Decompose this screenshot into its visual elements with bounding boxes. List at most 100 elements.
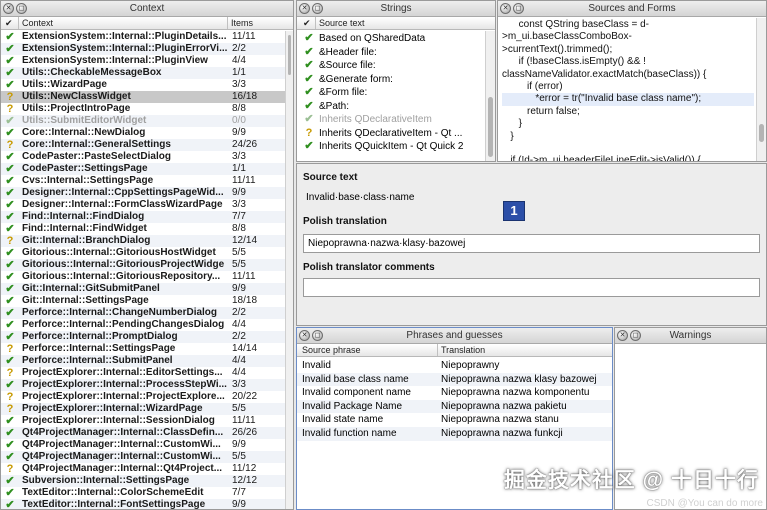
- context-row[interactable]: ✔ CodePaster::SettingsPage 1/1: [1, 163, 293, 175]
- context-row[interactable]: ✔ ExtensionSystem::Internal::PluginDetail…: [1, 31, 293, 43]
- context-row[interactable]: ? Utils::ProjectIntroPage 8/8: [1, 103, 293, 115]
- question-mark-icon: ?: [6, 343, 14, 355]
- phrase-row[interactable]: Invalid component name Niepoprawna nazwa …: [297, 386, 612, 400]
- string-row[interactable]: ✔ Inherits QQuickItem - Qt Quick 2: [297, 140, 495, 154]
- string-row[interactable]: ✔ &Path:: [297, 100, 495, 114]
- float-icon[interactable]: ◻: [312, 330, 323, 341]
- context-row[interactable]: ? Git::Internal::BranchDialog 12/14: [1, 235, 293, 247]
- code-line: if (!d->m_ui.headerFileLineEdit->isValid…: [502, 155, 701, 162]
- checkmark-icon: ✔: [5, 415, 15, 427]
- context-row[interactable]: ✔ Designer::Internal::FormClassWizardPage…: [1, 199, 293, 211]
- context-row[interactable]: ? ProjectExplorer::Internal::WizardPage 5/…: [1, 403, 293, 415]
- context-row[interactable]: ✔ Qt4ProjectManager::Internal::CustomWi..…: [1, 439, 293, 451]
- context-row[interactable]: ? Core::Internal::GeneralSettings 24/26: [1, 139, 293, 151]
- context-row[interactable]: ✔ CodePaster::PasteSelectDialog 3/3: [1, 151, 293, 163]
- sources-scrollbar[interactable]: [756, 18, 766, 161]
- float-icon[interactable]: ◻: [312, 3, 323, 14]
- checkmark-icon: ✔: [5, 187, 15, 199]
- context-scrollbar[interactable]: [285, 31, 293, 509]
- source-code-view[interactable]: const QString baseClass = d- >m_ui.baseCl…: [502, 19, 754, 162]
- string-row[interactable]: ✔ &Form file:: [297, 86, 495, 100]
- string-row[interactable]: ? Inherits QDeclarativeItem - Qt ...: [297, 127, 495, 141]
- column-translation[interactable]: Translation: [441, 345, 485, 355]
- float-icon[interactable]: ◻: [513, 3, 524, 14]
- context-name: Utils::NewClassWidget: [22, 91, 131, 102]
- string-row[interactable]: ✔ &Generate form:: [297, 73, 495, 87]
- context-row[interactable]: ✔ Utils::WizardPage 3/3: [1, 79, 293, 91]
- context-row[interactable]: ✔ Subversion::Internal::SettingsPage 12/12: [1, 475, 293, 487]
- translation-field[interactable]: Niepoprawna·nazwa·klasy·bazowej: [303, 234, 760, 253]
- context-row[interactable]: ? ProjectExplorer::Internal::EditorSettin…: [1, 367, 293, 379]
- close-icon[interactable]: ✕: [299, 330, 310, 341]
- close-icon[interactable]: ✕: [299, 3, 310, 14]
- context-row[interactable]: ✔ TextEditor::Internal::ColorSchemeEdit 7/…: [1, 487, 293, 499]
- context-name: Designer::Internal::FormClassWizardPage: [22, 199, 223, 210]
- question-mark-icon: ?: [6, 139, 14, 151]
- done-column-icon[interactable]: ✔: [303, 18, 311, 29]
- close-icon[interactable]: ✕: [500, 3, 511, 14]
- checkmark-icon: ✔: [5, 55, 15, 67]
- phrases-titlebar: ✕ ◻ Phrases and guesses: [297, 328, 612, 344]
- context-items-count: 12/12: [232, 475, 258, 486]
- context-title: Context: [129, 3, 165, 14]
- strings-scrollbar[interactable]: [485, 31, 495, 161]
- string-row[interactable]: ✔ Inherits QDeclarativeItem: [297, 113, 495, 127]
- context-row[interactable]: ✔ ExtensionSystem::Internal::PluginView 4/…: [1, 55, 293, 67]
- context-row[interactable]: ✔ TextEditor::Internal::FontSettingsPage 9…: [1, 499, 293, 509]
- context-row[interactable]: ✔ Utils::CheckableMessageBox 1/1: [1, 67, 293, 79]
- context-items-count: 4/4: [232, 319, 246, 330]
- checkmark-icon: ✔: [304, 140, 314, 152]
- close-icon[interactable]: ✕: [617, 330, 628, 341]
- close-icon[interactable]: ✕: [3, 3, 14, 14]
- comments-field[interactable]: [303, 278, 760, 297]
- context-items-count: 3/3: [232, 151, 246, 162]
- phrase-row[interactable]: Invalid function name Niepoprawna nazwa f…: [297, 426, 612, 441]
- context-row[interactable]: ✔ Designer::Internal::CppSettingsPageWid.…: [1, 187, 293, 199]
- context-row[interactable]: ✔ Find::Internal::FindDialog 7/7: [1, 211, 293, 223]
- string-row[interactable]: ✔ &Header file:: [297, 46, 495, 60]
- context-row[interactable]: ✔ Git::Internal::GitSubmitPanel 9/9: [1, 283, 293, 295]
- context-row[interactable]: ✔ Core::Internal::NewDialog 9/9: [1, 127, 293, 139]
- done-column-icon[interactable]: ✔: [5, 18, 13, 29]
- context-items-count: 11/11: [232, 31, 256, 42]
- context-row[interactable]: ✔ ProjectExplorer::Internal::ProcessStepW…: [1, 379, 293, 391]
- context-row[interactable]: ? Utils::NewClassWidget 16/18: [1, 91, 293, 103]
- phrase-row[interactable]: Invalid state name Niepoprawna nazwa stan…: [297, 413, 612, 427]
- column-context[interactable]: Context: [22, 18, 53, 28]
- phrase-row[interactable]: Invalid base class name Niepoprawna nazwa…: [297, 372, 612, 387]
- context-row[interactable]: ? Qt4ProjectManager::Internal::Qt4Project…: [1, 463, 293, 475]
- context-row[interactable]: ✔ Perforce::Internal::PromptDialog 2/2: [1, 331, 293, 343]
- context-name: ProjectExplorer::Internal::WizardPage: [22, 403, 203, 414]
- string-row[interactable]: ✔ &Source file:: [297, 59, 495, 73]
- context-items-count: 0/0: [232, 115, 246, 126]
- context-row[interactable]: ✔ Utils::SubmitEditorWidget 0/0: [1, 115, 293, 127]
- string-row[interactable]: ✔ Based on QSharedData: [297, 32, 495, 46]
- context-row[interactable]: ✔ Qt4ProjectManager::Internal::CustomWi..…: [1, 451, 293, 463]
- context-row[interactable]: ✔ Qt4ProjectManager::Internal::ClassDefin…: [1, 427, 293, 439]
- context-row[interactable]: ✔ Cvs::Internal::SettingsPage 11/11: [1, 175, 293, 187]
- context-row[interactable]: ? ProjectExplorer::Internal::ProjectExplo…: [1, 391, 293, 403]
- column-items[interactable]: Items: [231, 18, 253, 28]
- phrase-row[interactable]: Invalid Package Name Niepoprawna nazwa pa…: [297, 399, 612, 414]
- context-row[interactable]: ✔ Perforce::Internal::ChangeNumberDialog 2…: [1, 307, 293, 319]
- context-row[interactable]: ✔ Find::Internal::FindWidget 8/8: [1, 223, 293, 235]
- checkmark-icon: ✔: [5, 163, 15, 175]
- context-row[interactable]: ✔ Gitorious::Internal::GitoriousHostWidge…: [1, 247, 293, 259]
- float-icon[interactable]: ◻: [630, 330, 641, 341]
- phrase-row[interactable]: Invalid Niepoprawny: [297, 359, 612, 373]
- context-row[interactable]: ✔ Git::Internal::SettingsPage 18/18: [1, 295, 293, 307]
- context-row[interactable]: ✔ ExtensionSystem::Internal::PluginErrorV…: [1, 43, 293, 55]
- context-row[interactable]: ✔ Gitorious::Internal::GitoriousProjectWi…: [1, 259, 293, 271]
- column-source-text[interactable]: Source text: [319, 18, 365, 28]
- context-row[interactable]: ? Perforce::Internal::SettingsPage 14/14: [1, 343, 293, 355]
- context-row[interactable]: ✔ Gitorious::Internal::GitoriousRepositor…: [1, 271, 293, 283]
- checkmark-icon: ✔: [5, 175, 15, 187]
- context-name: Git::Internal::BranchDialog: [22, 235, 151, 246]
- column-source-phrase[interactable]: Source phrase: [302, 345, 361, 355]
- context-items-count: 9/9: [232, 283, 246, 294]
- context-row[interactable]: ✔ Perforce::Internal::SubmitPanel 4/4: [1, 355, 293, 367]
- context-items-count: 5/5: [232, 451, 246, 462]
- float-icon[interactable]: ◻: [16, 3, 27, 14]
- context-row[interactable]: ✔ ProjectExplorer::Internal::SessionDialo…: [1, 415, 293, 427]
- context-row[interactable]: ✔ Perforce::Internal::PendingChangesDialo…: [1, 319, 293, 331]
